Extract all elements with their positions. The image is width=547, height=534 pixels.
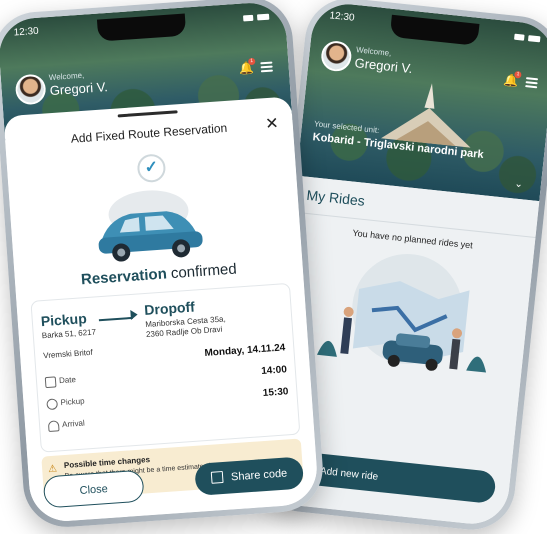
warning-icon: ⚠ <box>47 463 58 476</box>
qr-code-icon <box>210 471 224 484</box>
status-time: 12:30 <box>13 25 40 39</box>
signal-icon <box>243 14 254 22</box>
status-icons <box>243 10 270 26</box>
clock-icon <box>46 398 59 411</box>
arrival-icon <box>47 420 60 433</box>
pickup-time-label: Pickup <box>60 396 85 408</box>
check-icon: ✓ <box>136 153 167 184</box>
phone-left: 12:30 Welcome, Gregori V. 🔔 1 Add Fixed R… <box>0 0 326 530</box>
pickup-time-value: 14:00 <box>260 364 288 378</box>
arrival-label: Arrival <box>61 418 86 430</box>
arrow-right-icon <box>130 309 138 321</box>
user-name: Gregori V. <box>353 55 414 77</box>
date-value: Monday, 14.11.24 <box>204 342 286 359</box>
route-arrow <box>98 316 133 322</box>
reservation-screen: 12:30 Welcome, Gregori V. 🔔 1 Add Fixed R… <box>0 0 320 524</box>
share-code-button[interactable]: Share code <box>194 456 305 496</box>
share-code-label: Share code <box>230 467 288 484</box>
modal-title: Add Fixed Route Reservation <box>70 120 228 146</box>
drag-handle[interactable] <box>117 110 178 118</box>
reservation-modal: Add Fixed Route Reservation ✕ ✓ Reservat… <box>3 96 320 524</box>
menu-icon[interactable] <box>260 61 273 73</box>
route-card: Pickup Dropoff Barka 51, 6217 Mariborska… <box>30 282 301 453</box>
chevron-down-icon[interactable]: ⌄ <box>514 179 523 191</box>
pickup-heading: Pickup <box>40 310 88 330</box>
bell-icon[interactable]: 🔔 1 <box>503 70 522 88</box>
confirmation-bold: Reservation <box>80 265 168 289</box>
pickup-address: Barka 51, 6217 <box>41 327 97 341</box>
signal-icon <box>514 33 525 41</box>
battery-icon <box>256 13 270 21</box>
notification-badge: 1 <box>514 70 522 79</box>
avatar[interactable] <box>319 39 353 73</box>
close-icon[interactable]: ✕ <box>265 113 280 134</box>
date-label: Date <box>58 375 77 386</box>
menu-icon[interactable] <box>525 77 539 89</box>
car-illustration <box>98 190 203 262</box>
dropoff-heading: Dropoff <box>143 298 196 319</box>
status-icons <box>514 30 541 47</box>
confirmation-rest: confirmed <box>166 260 238 283</box>
status-time: 12:30 <box>328 10 355 24</box>
calendar-icon <box>44 376 57 389</box>
empty-rides-illustration <box>317 253 487 373</box>
arrival-value: 15:30 <box>262 386 289 399</box>
battery-icon <box>527 35 541 43</box>
pickup-place: Vremski Britof <box>42 347 93 361</box>
add-ride-label: Add new ride <box>319 465 379 483</box>
bell-icon[interactable]: 🔔 1 <box>238 57 256 76</box>
close-button[interactable]: Close <box>42 469 145 509</box>
rides-title: My Rides <box>305 186 366 209</box>
